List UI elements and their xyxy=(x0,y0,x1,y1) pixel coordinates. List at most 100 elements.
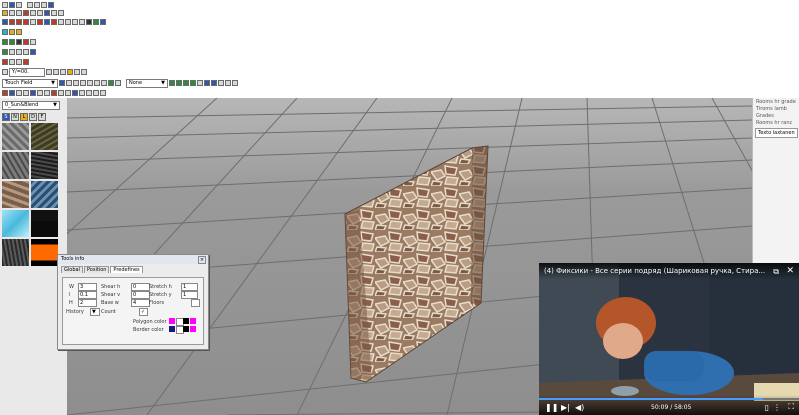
texture-stone-gray[interactable] xyxy=(2,123,29,150)
globe-icon[interactable] xyxy=(2,29,8,35)
window-icon[interactable] xyxy=(23,19,29,25)
polygon-color-swatch-3[interactable] xyxy=(183,318,189,324)
marker-icon[interactable] xyxy=(2,90,8,96)
snap-icon[interactable] xyxy=(37,10,43,16)
base-w-field[interactable]: 4 xyxy=(131,299,150,307)
cylinder-icon[interactable] xyxy=(9,39,15,45)
settings-icon[interactable]: ⋮ xyxy=(773,403,781,412)
box-icon[interactable] xyxy=(2,39,8,45)
tool-f-icon[interactable] xyxy=(51,90,57,96)
tool-a-icon[interactable] xyxy=(16,90,22,96)
tool-g-icon[interactable] xyxy=(58,90,64,96)
align-icon[interactable] xyxy=(51,10,57,16)
tool-i-icon[interactable] xyxy=(72,90,78,96)
next-icon[interactable]: ▶| xyxy=(561,403,570,412)
close-icon[interactable]: ✕ xyxy=(786,266,794,276)
scale-field[interactable]: Y/=00. xyxy=(9,67,45,77)
polygon-color-swatch-4[interactable] xyxy=(190,318,196,324)
tab-global[interactable]: Global xyxy=(61,266,83,273)
select-icon[interactable] xyxy=(2,10,8,16)
texture-water[interactable] xyxy=(31,181,58,208)
layer-icon[interactable] xyxy=(2,49,8,55)
tools-info-titlebar[interactable]: Tools info × xyxy=(58,255,208,264)
stretch-h-field[interactable]: 1 xyxy=(181,283,198,291)
view-combo[interactable]: None ▼ xyxy=(126,78,168,88)
wall-icon[interactable] xyxy=(9,19,15,25)
tool-c-icon[interactable] xyxy=(30,90,36,96)
bucket-icon[interactable] xyxy=(81,69,87,75)
tool-m-icon[interactable] xyxy=(100,90,106,96)
star-icon[interactable] xyxy=(67,69,73,75)
measure-icon[interactable] xyxy=(65,19,71,25)
plant-icon[interactable] xyxy=(23,39,29,45)
texture-rock[interactable] xyxy=(2,239,29,266)
tool-b-icon[interactable] xyxy=(23,90,29,96)
layer-merge-icon[interactable] xyxy=(94,80,100,86)
texture-gravel[interactable] xyxy=(2,152,29,179)
border-color-swatch-4[interactable] xyxy=(190,326,196,332)
render-icon[interactable] xyxy=(86,19,92,25)
texture-dark[interactable] xyxy=(31,210,58,237)
rotate-icon[interactable] xyxy=(16,10,22,16)
view-settings-icon[interactable] xyxy=(232,80,238,86)
zoom-icon[interactable] xyxy=(44,10,50,16)
tool-h-icon[interactable] xyxy=(65,90,71,96)
texture-tab-f[interactable]: F xyxy=(38,113,46,121)
shear-v-field[interactable]: 0 xyxy=(131,291,150,299)
object-icon[interactable] xyxy=(44,19,50,25)
layer-up-icon[interactable] xyxy=(73,80,79,86)
palette-icon[interactable] xyxy=(9,29,15,35)
pin-icon[interactable] xyxy=(9,90,15,96)
hide-icon[interactable] xyxy=(16,49,22,55)
view-fit-icon[interactable] xyxy=(211,80,217,86)
texture-ice[interactable] xyxy=(2,210,29,237)
delete-icon[interactable] xyxy=(23,10,29,16)
scale-icon[interactable] xyxy=(2,69,8,75)
undo-icon[interactable] xyxy=(2,59,8,65)
texture-tab-s[interactable]: S xyxy=(2,113,10,121)
texture-asphalt[interactable] xyxy=(31,152,58,179)
l-field[interactable]: 0.1 xyxy=(78,291,97,299)
floors-checkbox[interactable] xyxy=(191,299,200,307)
camera-icon[interactable] xyxy=(58,19,64,25)
tool-l-icon[interactable] xyxy=(93,90,99,96)
tool-e-icon[interactable] xyxy=(44,90,50,96)
close-icon[interactable]: × xyxy=(198,256,206,264)
tool-j-icon[interactable] xyxy=(79,90,85,96)
shear-h-field[interactable]: 0 xyxy=(131,283,150,291)
marquee-icon[interactable] xyxy=(53,69,59,75)
layer-add-icon[interactable] xyxy=(59,80,65,86)
tool-d-icon[interactable] xyxy=(37,90,43,96)
floor-icon[interactable] xyxy=(37,19,43,25)
layer-del-icon[interactable] xyxy=(66,80,72,86)
lock-checkbox[interactable]: ✓ xyxy=(139,308,148,316)
lock-icon[interactable] xyxy=(9,49,15,55)
pause-icon[interactable]: ❚❚ xyxy=(545,403,558,412)
text-box[interactable]: Texto laxtanen xyxy=(755,128,798,138)
texture-tab-l[interactable]: L xyxy=(20,113,28,121)
redo-icon[interactable] xyxy=(9,59,15,65)
texture-moss[interactable] xyxy=(31,123,58,150)
pip-video-player[interactable]: (4) Фиксики - Все серии подряд (Шарикова… xyxy=(539,263,799,415)
texture-fire[interactable] xyxy=(31,239,58,266)
stone-wall-object[interactable] xyxy=(344,145,489,383)
layer-props-icon[interactable] xyxy=(101,80,107,86)
terrain-icon[interactable] xyxy=(93,19,99,25)
mirror-icon[interactable] xyxy=(23,59,29,65)
layer-print-icon[interactable] xyxy=(115,80,121,86)
table-icon[interactable] xyxy=(16,59,22,65)
tab-predefines[interactable]: Predefines xyxy=(110,266,143,273)
tree-icon[interactable] xyxy=(16,39,22,45)
view-zoomout-icon[interactable] xyxy=(225,80,231,86)
text-icon[interactable] xyxy=(72,19,78,25)
bookmark-icon[interactable]: ▯ xyxy=(765,403,769,412)
border-color-swatch-1[interactable] xyxy=(169,326,175,332)
arrow-icon[interactable] xyxy=(2,19,8,25)
back-to-tab-icon[interactable]: ⧉ xyxy=(773,267,779,277)
w-field[interactable]: 3 xyxy=(78,283,97,291)
view-side-icon[interactable] xyxy=(183,80,189,86)
layer-copy-icon[interactable] xyxy=(87,80,93,86)
paint-icon[interactable] xyxy=(74,69,80,75)
view-orbit-icon[interactable] xyxy=(197,80,203,86)
figure-icon[interactable] xyxy=(30,39,36,45)
